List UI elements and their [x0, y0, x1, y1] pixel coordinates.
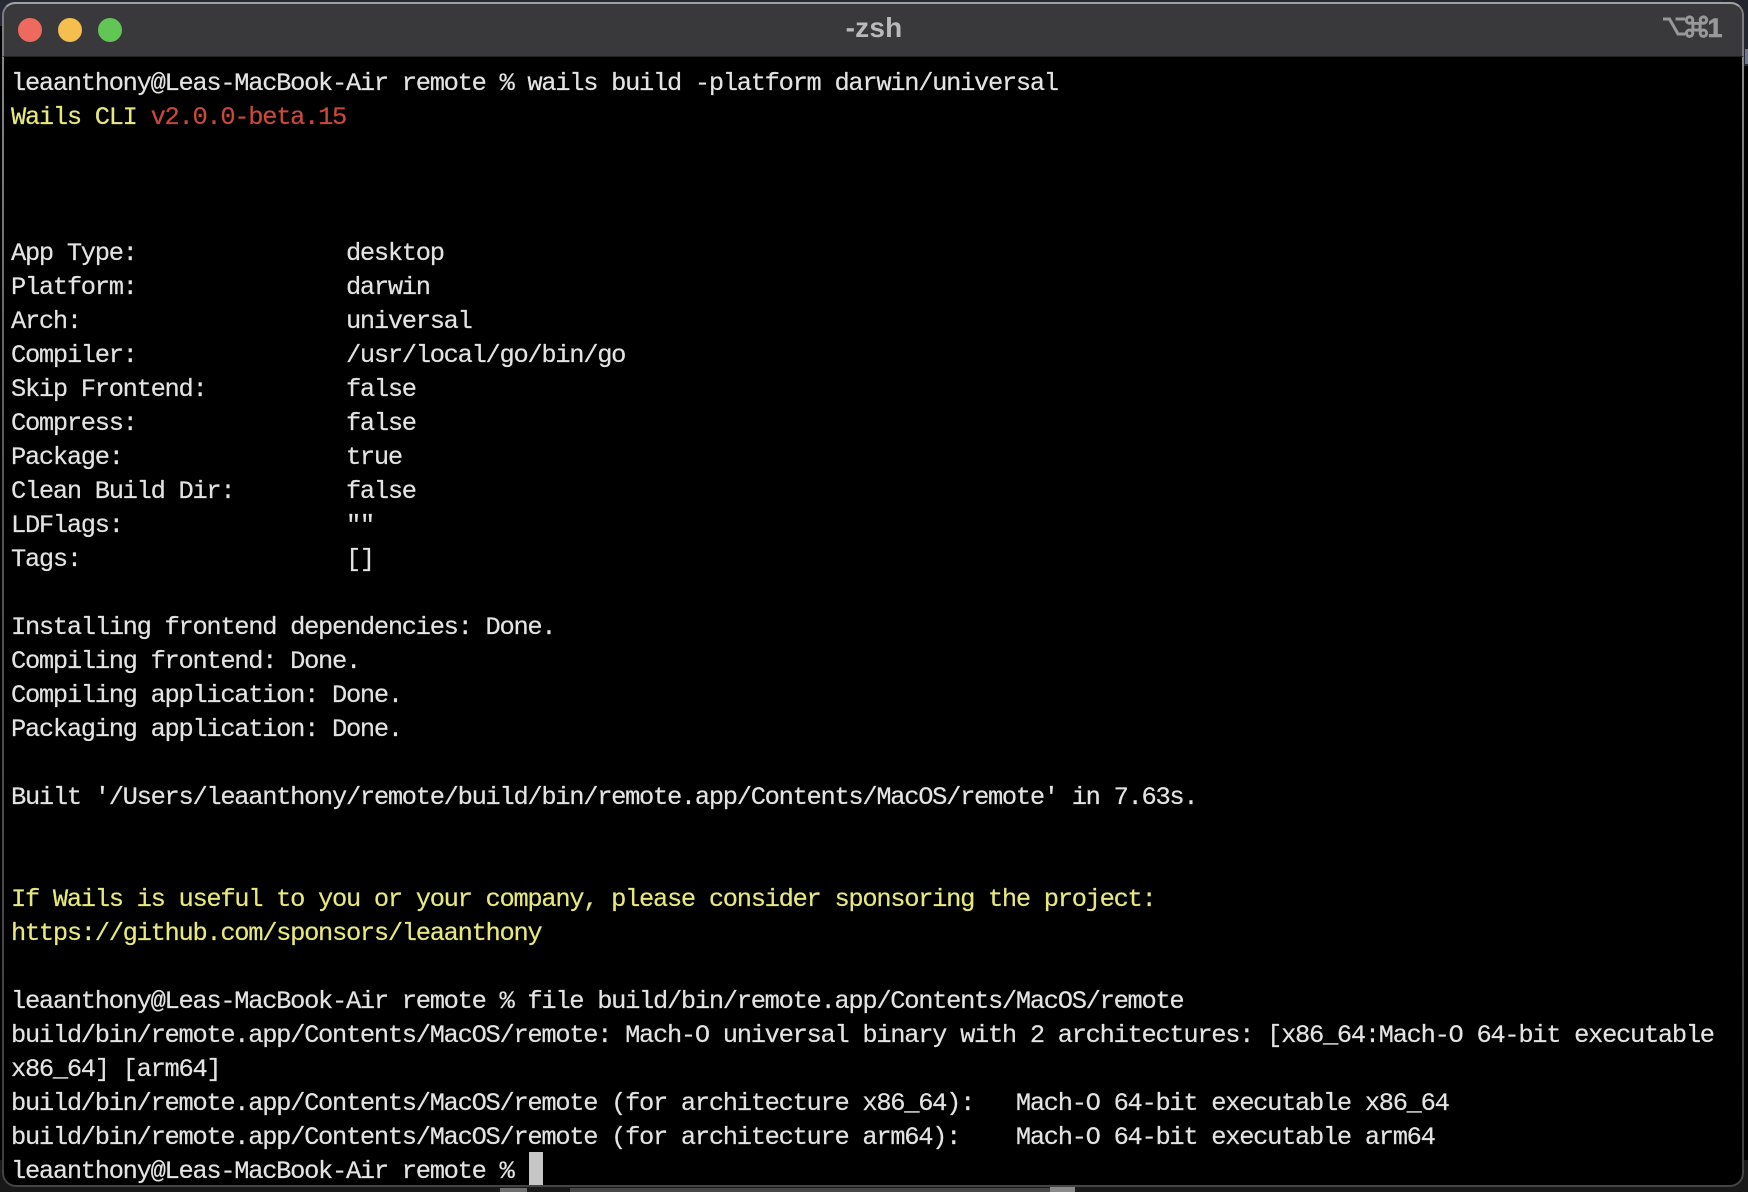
svg-text:1: 1	[1708, 13, 1723, 42]
